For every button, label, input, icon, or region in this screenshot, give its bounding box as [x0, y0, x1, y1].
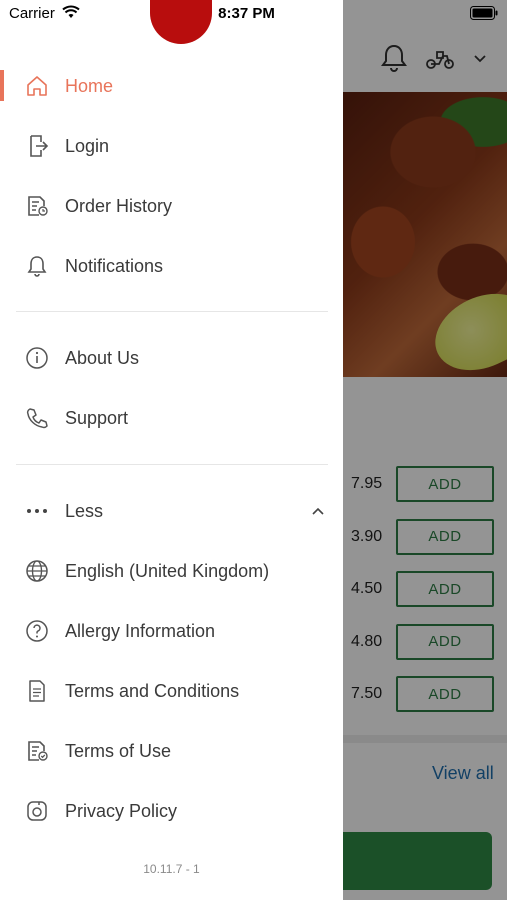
document-icon [24, 678, 50, 704]
drawer-item-label: Terms of Use [65, 740, 172, 761]
status-bar: Carrier 8:37 PM [0, 0, 507, 28]
chevron-up-icon [312, 507, 324, 515]
info-icon [24, 345, 50, 371]
phone-icon [24, 405, 50, 431]
bell-icon [24, 253, 50, 279]
drawer-item-label: Order History [65, 195, 173, 216]
drawer-item-label: Support [65, 407, 129, 428]
drawer-item-label: Home [65, 75, 114, 96]
globe-icon [24, 558, 50, 584]
status-time: 8:37 PM [218, 5, 275, 22]
drawer-item-label: About Us [65, 347, 140, 368]
drawer-item-privacy-policy[interactable]: Privacy Policy [0, 784, 343, 838]
drawer-item-label: English (United Kingdom) [65, 560, 270, 581]
drawer-item-label: Allergy Information [65, 620, 216, 641]
drawer-item-less[interactable]: Less [0, 484, 343, 538]
drawer-item-allergy-information[interactable]: Allergy Information [0, 604, 343, 658]
drawer-item-label: Login [65, 135, 110, 156]
drawer-item-support[interactable]: Support [0, 391, 343, 445]
drawer-item-label: Less [65, 500, 104, 521]
more-dots-icon [24, 498, 50, 524]
drawer-item-about-us[interactable]: About Us [0, 331, 343, 385]
drawer-item-terms-of-use[interactable]: Terms of Use [0, 724, 343, 778]
drawer-item-login[interactable]: Login [0, 119, 343, 173]
drawer-item-label: Terms and Conditions [65, 680, 240, 701]
navigation-drawer: Home Login Order History Notifications A… [0, 0, 343, 900]
drawer-item-label: Privacy Policy [65, 800, 178, 821]
drawer-item-label: Notifications [65, 255, 164, 276]
document-check-icon [24, 738, 50, 764]
drawer-item-notifications[interactable]: Notifications [0, 239, 343, 293]
order-history-icon [24, 193, 50, 219]
question-circle-icon [24, 618, 50, 644]
drawer-item-language[interactable]: English (United Kingdom) [0, 544, 343, 598]
drawer-item-home[interactable]: Home [0, 59, 343, 113]
drawer-item-terms-and-conditions[interactable]: Terms and Conditions [0, 664, 343, 718]
drawer-item-order-history[interactable]: Order History [0, 179, 343, 233]
app-version: 10.11.7 - 1 [143, 862, 200, 876]
battery-icon [470, 6, 498, 20]
login-icon [24, 133, 50, 159]
home-icon [24, 73, 50, 99]
drawer-divider [16, 311, 328, 312]
privacy-icon [24, 798, 50, 824]
drawer-divider [16, 464, 328, 465]
